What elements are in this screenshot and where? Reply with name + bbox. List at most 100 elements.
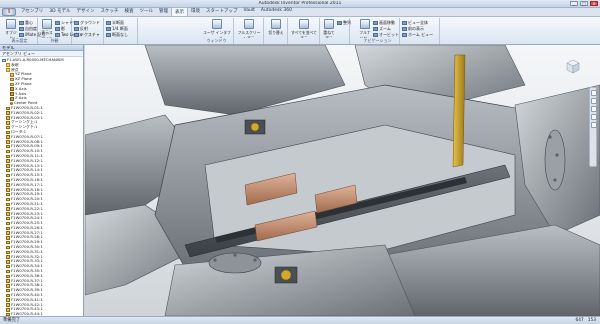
tab-1[interactable]: 3D モデル bbox=[46, 7, 73, 16]
ribbon-big-button-5[interactable]: フルスクリーン表示 bbox=[236, 19, 262, 38]
minimize-button[interactable]: _ bbox=[570, 1, 578, 6]
tab-8[interactable]: 環境 bbox=[188, 7, 203, 16]
ribbon-small-icon bbox=[19, 21, 24, 25]
tab-0[interactable]: アセンブリ bbox=[18, 7, 46, 16]
status-bar: 準備完了 647 153 bbox=[0, 316, 600, 324]
tab-10[interactable]: Vault bbox=[241, 7, 258, 16]
ribbon-small-icon bbox=[106, 27, 111, 31]
part-icon bbox=[6, 284, 10, 288]
ribbon-group-2: グラウンド 反射 テクスチャ bbox=[72, 18, 104, 44]
part-icon bbox=[6, 121, 10, 125]
window-controls: _ □ × bbox=[570, 1, 598, 6]
ribbon-big-button-4[interactable]: ユーザ インタフェース bbox=[202, 19, 232, 38]
ribbon-big-button-7[interactable]: すべてを並べて表示 bbox=[290, 19, 318, 38]
ribbon-small-icon bbox=[373, 27, 378, 31]
axis-icon bbox=[10, 92, 14, 96]
ribbon-small-icon bbox=[106, 33, 111, 37]
maximize-button[interactable]: □ bbox=[580, 1, 588, 6]
ribbon-small-icon bbox=[373, 33, 378, 37]
part-icon bbox=[6, 236, 10, 240]
ribbon-button-icon bbox=[271, 19, 281, 29]
part-icon bbox=[6, 207, 10, 211]
axis-icon bbox=[10, 97, 14, 101]
status-count-a: 647 bbox=[575, 318, 584, 323]
tab-9[interactable]: スタートアップ bbox=[203, 7, 241, 16]
ribbon-small-icon bbox=[337, 21, 342, 25]
ribbon-small-button-10-2[interactable]: ホーム ビュー bbox=[402, 32, 433, 38]
valve-actuator-top bbox=[244, 119, 266, 135]
tab-7[interactable]: 表示 bbox=[171, 7, 189, 16]
ribbon-button-icon bbox=[324, 19, 334, 29]
part-icon bbox=[6, 250, 10, 255]
part-icon bbox=[6, 197, 10, 202]
steering-wheel-icon[interactable] bbox=[590, 90, 597, 96]
ribbon-big-button-label: 重ねて表示 bbox=[323, 30, 335, 38]
ribbon-small-icon bbox=[373, 21, 378, 25]
ribbon-big-button-9[interactable]: フルナビゲーションホイール bbox=[358, 19, 372, 38]
application-menu-button[interactable]: I bbox=[2, 8, 16, 16]
tab-4[interactable]: 検査 bbox=[122, 7, 137, 16]
ribbon-group-9: フルナビゲーションホイール画面移動ズームオービットナビゲーション bbox=[356, 18, 400, 44]
ribbon-group-label: ナビゲーション bbox=[363, 38, 392, 43]
part-icon bbox=[6, 130, 10, 135]
plane-icon bbox=[10, 82, 14, 87]
assy-icon bbox=[2, 58, 6, 63]
part-icon bbox=[6, 154, 10, 159]
look-at-icon[interactable] bbox=[590, 122, 597, 128]
part-icon bbox=[6, 149, 10, 154]
part-icon bbox=[6, 274, 10, 278]
ribbon-big-button-6[interactable]: 切り替え bbox=[266, 19, 286, 36]
axis-icon bbox=[10, 87, 14, 91]
ribbon-big-button-label: 切り替え bbox=[268, 30, 284, 35]
tab-5[interactable]: ツール bbox=[137, 7, 157, 16]
tab-2[interactable]: デザイン bbox=[74, 7, 98, 16]
pan-icon[interactable] bbox=[590, 98, 597, 104]
ribbon-button-icon bbox=[42, 19, 52, 29]
viewcube-icon[interactable] bbox=[564, 57, 582, 75]
folder-icon bbox=[6, 63, 10, 67]
ribbon-big-button-label: 表示スタイル bbox=[41, 30, 53, 38]
orbit-icon[interactable] bbox=[590, 114, 597, 120]
valve-actuator-bottom bbox=[274, 266, 298, 284]
part-icon bbox=[6, 188, 10, 192]
ribbon-big-button-label: フルナビゲーションホイール bbox=[359, 30, 371, 38]
part-icon bbox=[6, 202, 10, 207]
part-icon bbox=[6, 168, 10, 173]
tab-3[interactable]: スケッチ bbox=[98, 7, 122, 16]
ribbon-small-label: テクスチャ bbox=[80, 32, 100, 37]
ribbon-big-button-label: オブジェクトの可視性 bbox=[5, 30, 17, 38]
ribbon-group-3: 半断面 1/4 断面 断面なし bbox=[104, 18, 138, 44]
ribbon-group-5: フルスクリーン表示 bbox=[234, 18, 264, 44]
tab-11[interactable]: Autodesk 360 bbox=[258, 7, 295, 16]
part-icon bbox=[6, 231, 10, 235]
part-icon bbox=[6, 178, 10, 183]
ribbon-big-button-8[interactable]: 重ねて表示 bbox=[322, 19, 336, 38]
ribbon-small-button-8-0[interactable]: 整列 bbox=[337, 20, 351, 26]
ribbon-small-icon bbox=[402, 33, 407, 37]
ribbon-small-button-2-2[interactable]: テクスチャ bbox=[74, 32, 100, 38]
browser-tree: F1-kW1-A-R0000-MECHANISM 表現 原点 YZ Plane XZ P… bbox=[0, 57, 83, 316]
tab-6[interactable]: 管理 bbox=[156, 7, 171, 16]
graphics-viewport[interactable] bbox=[85, 45, 600, 316]
part-icon bbox=[6, 212, 10, 216]
tab-row: アセンブリ 3D モデル デザイン スケッチ 検査 ツール 管理 表示 環境 スタートアップ Vau… bbox=[18, 7, 295, 16]
part-icon bbox=[6, 288, 10, 293]
ribbon-small-icon bbox=[19, 33, 24, 37]
ribbon-small-button-3-2[interactable]: 断面なし bbox=[106, 32, 128, 38]
close-button[interactable]: × bbox=[590, 1, 598, 6]
part-icon bbox=[6, 116, 10, 120]
part-icon bbox=[6, 106, 10, 111]
status-count-b: 153 bbox=[587, 318, 596, 323]
part-icon bbox=[6, 293, 10, 298]
status-text: 準備完了 bbox=[3, 318, 21, 323]
part-icon bbox=[6, 303, 10, 307]
zoom-icon[interactable] bbox=[590, 106, 597, 112]
ribbon-big-button-0[interactable]: オブジェクトの可視性 bbox=[4, 19, 18, 38]
ribbon-button-icon bbox=[212, 19, 222, 29]
ribbon-small-label: 断面なし bbox=[112, 32, 128, 37]
ribbon-small-label: 整列 bbox=[343, 20, 351, 25]
ribbon-big-button-1[interactable]: 表示スタイル bbox=[40, 19, 54, 38]
part-icon bbox=[6, 279, 10, 283]
ribbon-button-icon bbox=[299, 19, 309, 29]
part-icon bbox=[6, 111, 10, 115]
